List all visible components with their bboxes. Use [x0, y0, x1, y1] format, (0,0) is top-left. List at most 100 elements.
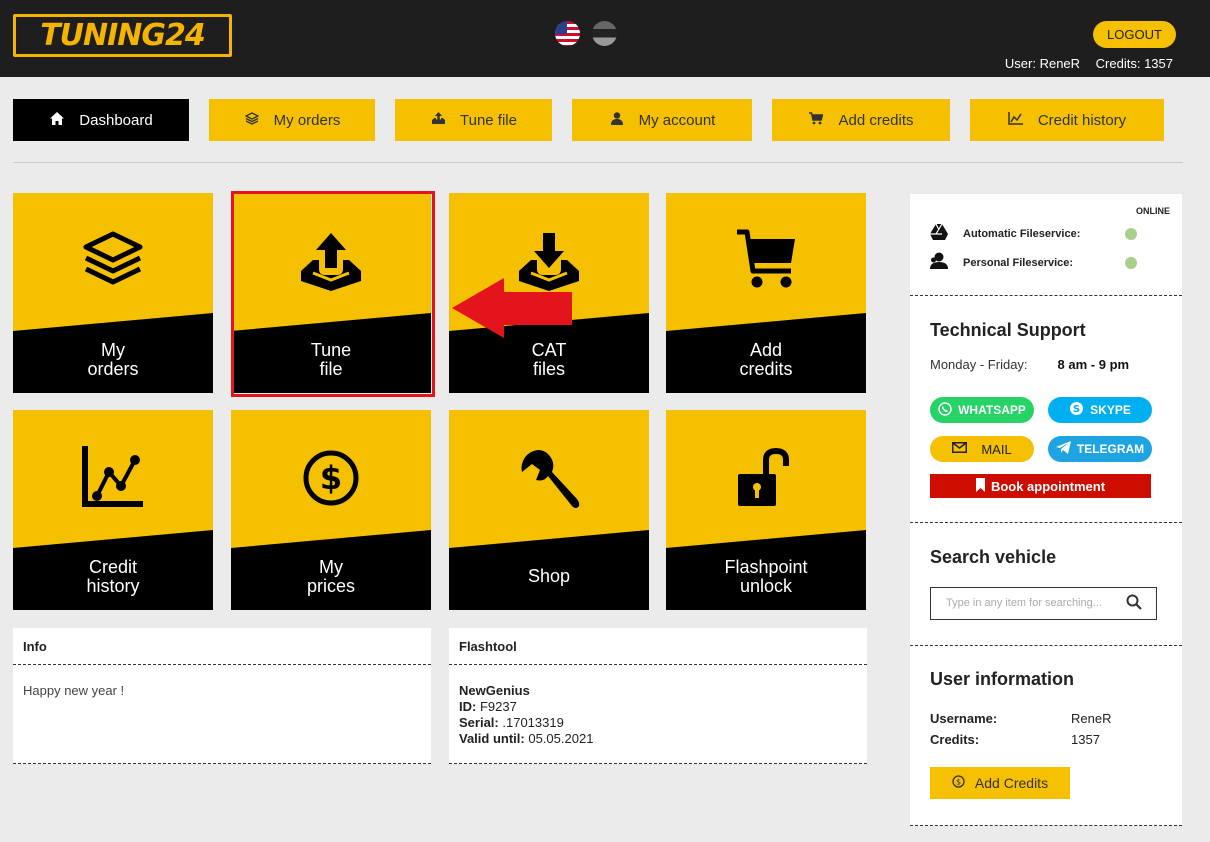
- mail-button[interactable]: MAIL: [930, 436, 1034, 462]
- tile-label-line1: My: [101, 340, 125, 360]
- id-label: ID:: [459, 699, 477, 714]
- tile-shop[interactable]: Shop: [449, 410, 649, 610]
- skype-icon: S: [1069, 401, 1084, 419]
- right-sidebar: ONLINE Automatic Fileservice: Personal F…: [910, 194, 1182, 826]
- service-label: Automatic Fileservice:: [963, 228, 1081, 240]
- tuning24-logo[interactable]: TUNING24: [13, 14, 232, 57]
- flashtool-details: NewGenius ID: F9237 Serial: .17013319 Va…: [449, 665, 867, 765]
- nav-my-orders[interactable]: My orders: [209, 99, 375, 141]
- search-vehicle-input[interactable]: [931, 588, 1116, 618]
- wrench-icon: [518, 448, 580, 515]
- nav-label: Credit history: [1037, 111, 1127, 129]
- telegram-label: TELEGRAM: [1076, 442, 1145, 456]
- top-header: TUNING24 LOGOUT User: ReneR Credits: 135…: [0, 0, 1210, 77]
- user-icon: [609, 112, 625, 128]
- nav-tune-file[interactable]: Tune file: [395, 99, 552, 141]
- home-icon: [49, 112, 65, 128]
- book-appointment-label: Book appointment: [990, 478, 1106, 494]
- mail-icon: [952, 442, 968, 456]
- nav-label: Dashboard: [79, 111, 153, 129]
- serial-label: Serial:: [459, 715, 499, 730]
- us-flag-icon[interactable]: [555, 21, 580, 46]
- tile-label-line2: history: [86, 576, 140, 596]
- card-divider: [13, 763, 431, 764]
- tile-label-line2: prices: [306, 576, 355, 596]
- search-vehicle-title: Search vehicle: [930, 547, 1057, 567]
- tile-label-line1: Tune: [310, 340, 352, 360]
- flashtool-valid-row: Valid until: 05.05.2021: [459, 731, 857, 747]
- logout-button[interactable]: LOGOUT: [1093, 21, 1176, 48]
- layers-icon: [82, 231, 144, 292]
- upload-icon: [299, 233, 363, 296]
- flashtool-card: Flashtool NewGenius ID: F9237 Serial: .1…: [449, 628, 867, 764]
- flashtool-serial-row: Serial: .17013319: [459, 715, 857, 731]
- tile-flashpoint-unlock[interactable]: Flashpoint unlock: [666, 410, 866, 610]
- status-online-dot: [1125, 256, 1137, 269]
- status-online-dot: [1125, 228, 1137, 240]
- tile-my-prices[interactable]: $ My prices: [231, 410, 431, 610]
- nav-my-account[interactable]: My account: [572, 99, 752, 141]
- nav-credit-history[interactable]: Credit history: [970, 99, 1164, 141]
- svg-text:S: S: [1073, 404, 1080, 415]
- flashtool-name: NewGenius: [459, 683, 530, 698]
- book-appointment-button[interactable]: Book appointment: [930, 474, 1151, 498]
- add-credits-label: Add Credits: [974, 775, 1049, 791]
- user-info-title: User information: [930, 669, 1075, 689]
- fileservice-status-section: ONLINE Automatic Fileservice: Personal F…: [910, 194, 1182, 296]
- automatic-fileservice-row: Automatic Fileservice:: [930, 223, 1137, 244]
- username-row: Username: ReneR: [930, 711, 1111, 726]
- svg-text:$: $: [956, 778, 961, 787]
- serial-value: .17013319: [502, 715, 564, 730]
- tile-label-line2: unlock: [739, 576, 793, 596]
- bookmark-icon: [975, 477, 985, 495]
- nav-label: My orders: [273, 111, 341, 129]
- add-credits-button[interactable]: $ Add Credits: [930, 767, 1070, 799]
- tile-label-line2: files: [532, 359, 565, 379]
- hours-days: Monday - Friday:: [930, 357, 1028, 372]
- chart-icon: [1008, 112, 1024, 128]
- tile-credit-history[interactable]: Credit history: [13, 410, 213, 610]
- info-card: Info Happy new year !: [13, 628, 431, 764]
- german-flag-icon[interactable]: [592, 21, 617, 46]
- id-value: F9237: [479, 699, 517, 714]
- svg-text:$: $: [320, 459, 342, 497]
- nav-label: Tune file: [460, 111, 517, 129]
- upload-icon: [430, 112, 446, 128]
- nav-label: My account: [638, 111, 716, 129]
- tile-label-line1: Add: [749, 340, 783, 360]
- credits-label: Credits:: [930, 732, 980, 747]
- support-hours: Monday - Friday: 8 am - 9 pm: [930, 357, 1129, 372]
- cart-icon: [808, 112, 824, 128]
- drive-icon: [930, 223, 952, 244]
- tile-label-line2: file: [319, 359, 343, 379]
- telegram-button[interactable]: TELEGRAM: [1048, 436, 1152, 462]
- info-card-title: Info: [13, 628, 431, 665]
- whatsapp-button[interactable]: WHATSAPP: [930, 397, 1034, 423]
- username-value: ReneR: [1071, 711, 1112, 726]
- nav-add-credits[interactable]: Add credits: [772, 99, 950, 141]
- search-icon[interactable]: [1126, 594, 1142, 615]
- credits-text: Credits: 1357: [1095, 56, 1173, 71]
- tile-my-orders[interactable]: My orders: [13, 193, 213, 393]
- nav-dashboard[interactable]: Dashboard: [13, 99, 189, 141]
- mail-label: MAIL: [981, 441, 1012, 457]
- info-message: Happy new year !: [23, 683, 125, 698]
- red-arrow-icon: [452, 278, 572, 343]
- tile-label-line1: CAT: [531, 340, 567, 360]
- online-header: ONLINE: [1135, 206, 1170, 216]
- tile-label-line1: Credit: [88, 557, 137, 577]
- tile-add-credits[interactable]: Add credits: [666, 193, 866, 393]
- tile-tune-file[interactable]: Tune file: [231, 193, 431, 393]
- service-label: Personal Fileservice:: [963, 256, 1074, 269]
- whatsapp-icon: [938, 401, 952, 419]
- chart-icon: [81, 444, 145, 513]
- tile-label-line2: credits: [739, 359, 793, 379]
- search-vehicle-box: [930, 587, 1157, 620]
- flashtool-card-title: Flashtool: [449, 628, 867, 665]
- tile-label-line1: Shop: [527, 566, 571, 586]
- valid-label: Valid until:: [459, 731, 525, 746]
- flashtool-id-row: ID: F9237: [459, 699, 857, 715]
- credits-row: Credits: 1357: [930, 732, 1100, 747]
- skype-button[interactable]: S SKYPE: [1048, 397, 1152, 423]
- hours-time: 8 am - 9 pm: [1057, 357, 1130, 372]
